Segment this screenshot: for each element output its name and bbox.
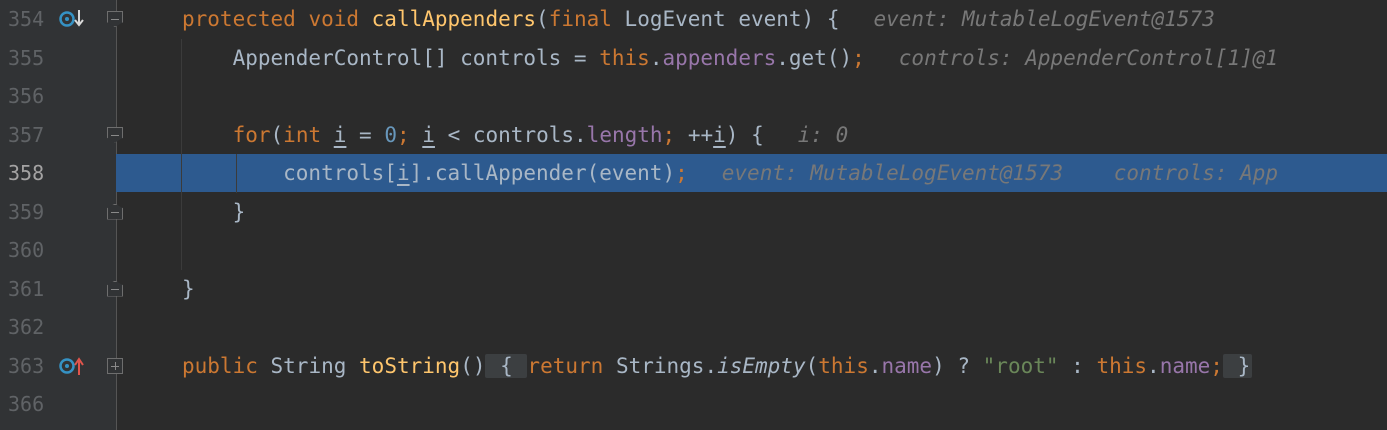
line-number[interactable]: 356	[8, 77, 48, 115]
code-token: ;	[662, 122, 688, 147]
fold-collapse-icon[interactable]	[107, 11, 123, 27]
line-number[interactable]: 355	[8, 39, 48, 77]
code-line-357[interactable]: 357 for(int i = 0; i < controls.length; …	[0, 116, 1387, 154]
code-line-354[interactable]: 354 protected void callAppenders(final Lo…	[0, 0, 1387, 38]
line-number[interactable]: 360	[8, 231, 48, 269]
code-token: i	[422, 122, 435, 147]
overriding-method-icon[interactable]	[58, 6, 90, 37]
debugger-inline-value: event: MutableLogEvent@1573 controls: Ap…	[721, 161, 1279, 185]
code-token: toString	[359, 353, 461, 378]
code-token: name	[1159, 353, 1211, 378]
code-token: appenders	[662, 45, 777, 70]
code-token: protected	[182, 7, 309, 31]
code-token: Strings.	[615, 353, 718, 378]
line-number[interactable]: 359	[8, 193, 48, 231]
code-token: for	[232, 122, 271, 147]
code-token: (	[270, 122, 284, 147]
code-text[interactable]: }	[182, 193, 246, 231]
code-token: String	[270, 353, 360, 378]
code-line-356[interactable]: 356	[0, 77, 1387, 115]
code-token: i	[713, 122, 726, 147]
code-line-363[interactable]: 363 public String toString() { return Str…	[0, 347, 1387, 385]
code-token: ()	[460, 353, 486, 378]
code-token: void	[308, 7, 372, 31]
code-text[interactable]: controls[i].callAppender(event); event: M…	[182, 154, 1278, 192]
code-token: ;	[852, 45, 865, 70]
fold-collapse-icon[interactable]	[107, 203, 123, 220]
code-token: isEmpty	[717, 353, 806, 378]
code-token: final	[548, 7, 625, 31]
code-token: controls[	[182, 161, 397, 185]
code-editor[interactable]: 354 protected void callAppenders(final Lo…	[0, 0, 1387, 430]
line-number[interactable]: 358	[8, 154, 48, 192]
code-line-362[interactable]: 362	[0, 308, 1387, 346]
line-number[interactable]: 361	[8, 270, 48, 308]
code-token: i	[333, 122, 347, 147]
code-token: length	[586, 122, 663, 147]
code-line-361[interactable]: 361}	[0, 270, 1387, 308]
code-token: }	[182, 276, 195, 301]
code-token: 0	[384, 122, 397, 147]
code-token: {	[485, 353, 528, 378]
code-token: callAppenders	[371, 7, 537, 31]
code-token: (	[536, 7, 549, 31]
overrides-method-icon[interactable]	[58, 353, 90, 384]
code-token: .	[649, 45, 663, 70]
indent-guide	[236, 154, 237, 193]
code-token: "root"	[982, 353, 1059, 378]
debugger-inline-value: controls: AppenderControl[1]@1	[898, 45, 1279, 70]
fold-collapse-icon[interactable]	[107, 126, 123, 143]
code-line-360[interactable]: 360	[0, 231, 1387, 269]
line-number[interactable]: 357	[8, 116, 48, 154]
code-token: AppenderControl[] controls =	[182, 45, 600, 70]
code-token: ) ?	[932, 353, 983, 378]
code-token: this	[818, 353, 869, 378]
code-token: .	[1147, 353, 1160, 378]
code-token: public	[182, 353, 271, 378]
code-token: :	[1058, 353, 1097, 378]
code-token: this	[599, 45, 650, 70]
code-line-359[interactable]: 359 }	[0, 193, 1387, 231]
line-number[interactable]: 363	[8, 347, 48, 385]
code-line-366[interactable]: 366	[0, 385, 1387, 423]
indent-guide	[181, 38, 182, 270]
code-token: LogEvent event) {	[624, 7, 840, 31]
debugger-inline-value: i: 0	[797, 122, 849, 147]
code-text[interactable]: AppenderControl[] controls = this.append…	[182, 39, 1279, 77]
line-number[interactable]: 362	[8, 308, 48, 346]
code-token: ;	[675, 161, 688, 185]
code-text[interactable]: for(int i = 0; i < controls.length; ++i)…	[182, 116, 849, 154]
code-token: i	[396, 161, 410, 185]
code-token: }	[182, 199, 246, 224]
code-token: < controls.	[434, 122, 587, 147]
code-token: return	[527, 353, 616, 378]
code-token: .	[868, 353, 882, 378]
code-line-355[interactable]: 355 AppenderControl[] controls = this.ap…	[0, 39, 1387, 77]
code-token: int	[283, 122, 334, 147]
code-token: ;	[397, 122, 423, 147]
code-token: }	[1222, 353, 1253, 378]
code-text[interactable]: }	[182, 270, 195, 308]
code-token: this	[1096, 353, 1148, 378]
code-line-358[interactable]: 358 controls[i].callAppender(event); even…	[0, 154, 1387, 192]
code-token: ) {	[725, 122, 764, 147]
fold-collapse-icon[interactable]	[107, 280, 123, 297]
code-token: .get()	[776, 45, 853, 70]
debugger-inline-value: event: MutableLogEvent@1573	[873, 7, 1215, 31]
code-token: ++	[687, 122, 714, 147]
code-token: =	[346, 122, 385, 147]
code-token: (	[805, 353, 819, 378]
fold-expand-icon[interactable]	[107, 357, 123, 374]
code-text[interactable]: protected void callAppenders(final LogEv…	[182, 0, 1215, 38]
line-number[interactable]: 366	[8, 385, 48, 423]
code-token: ].callAppender(event)	[409, 161, 676, 185]
code-token: name	[881, 353, 933, 378]
code-text[interactable]: public String toString() { return String…	[182, 347, 1253, 385]
line-number[interactable]: 354	[8, 0, 48, 38]
code-token: ;	[1210, 353, 1223, 378]
